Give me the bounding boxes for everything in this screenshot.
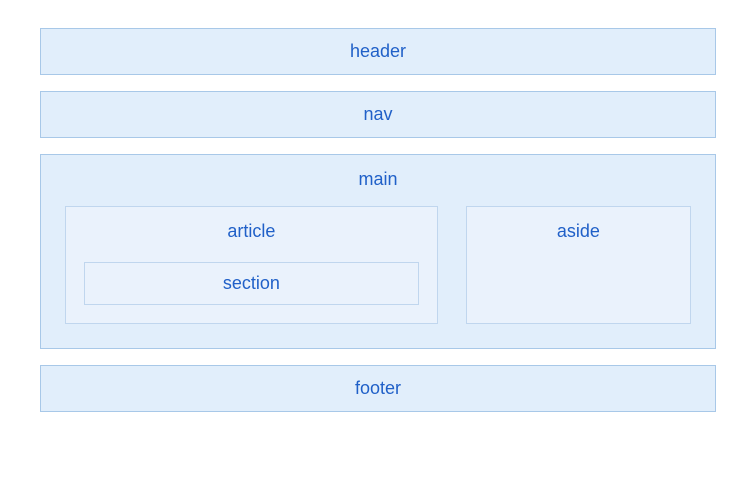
footer-label: footer [355, 378, 401, 398]
main-label: main [65, 169, 691, 190]
aside-label: aside [557, 221, 600, 241]
article-region: article section [65, 206, 438, 324]
main-content: article section aside [65, 206, 691, 324]
section-region: section [84, 262, 419, 305]
header-region: header [40, 28, 716, 75]
nav-region: nav [40, 91, 716, 138]
footer-region: footer [40, 365, 716, 412]
layout-diagram: header nav main article section aside fo… [40, 28, 716, 412]
header-label: header [350, 41, 406, 61]
main-region: main article section aside [40, 154, 716, 349]
section-label: section [223, 273, 280, 293]
article-label: article [84, 221, 419, 242]
aside-region: aside [466, 206, 691, 324]
nav-label: nav [363, 104, 392, 124]
